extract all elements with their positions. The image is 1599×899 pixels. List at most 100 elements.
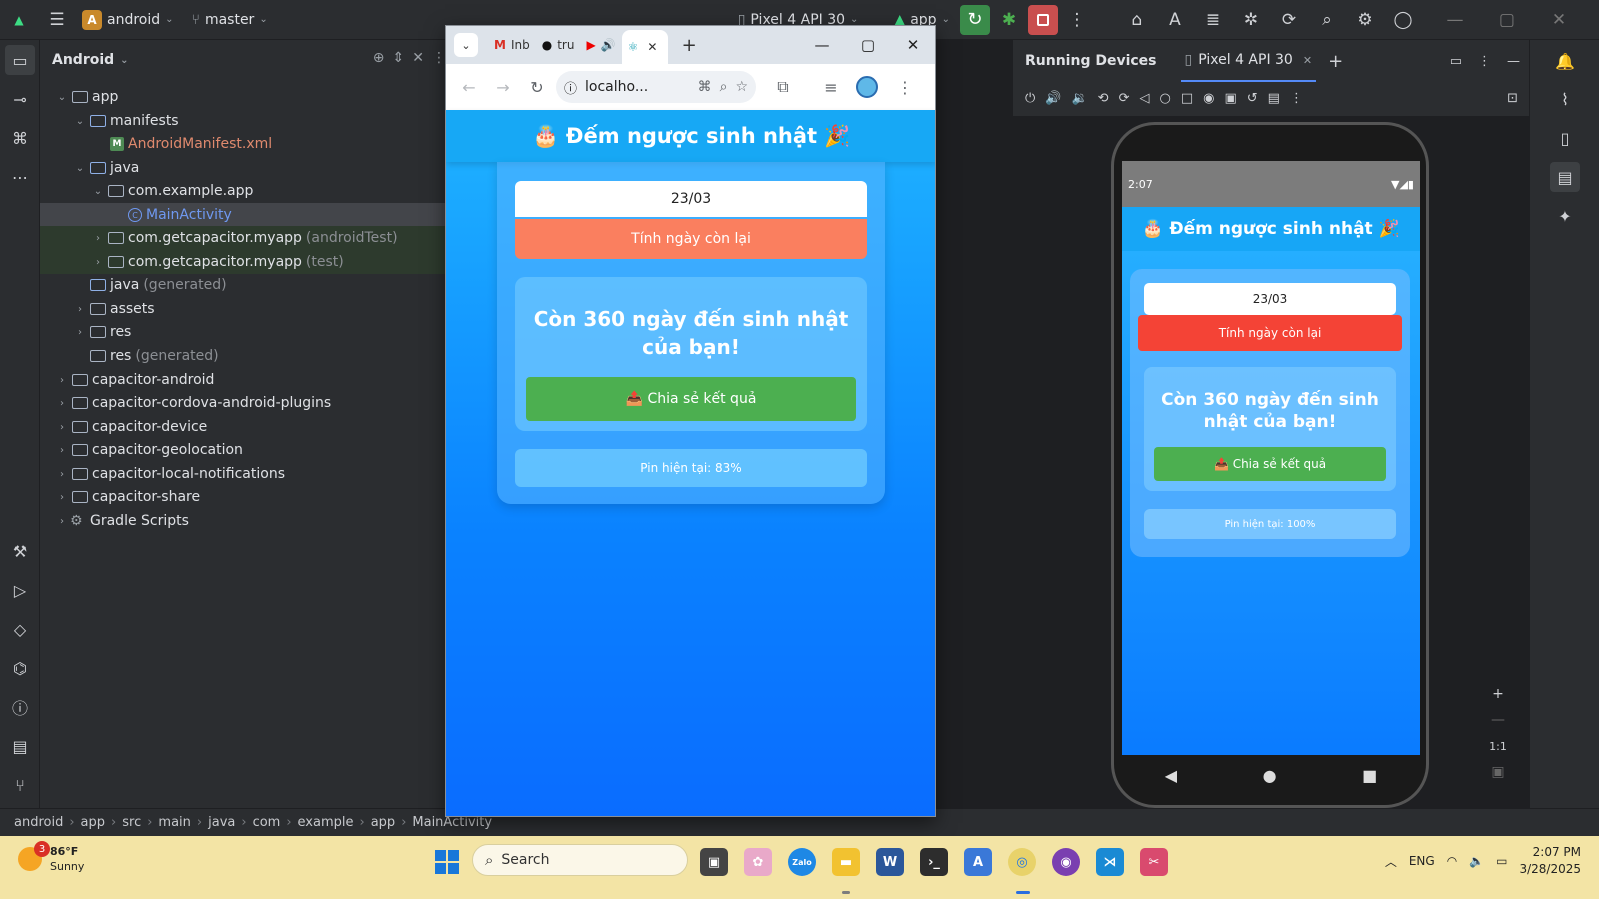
browser-menu-icon[interactable]: ⋮ — [890, 72, 920, 102]
account-icon[interactable]: ◯ — [1388, 5, 1418, 35]
forward-arrow-icon[interactable]: → — [488, 72, 518, 102]
breadcrumb-item[interactable]: example — [298, 815, 354, 830]
weather-widget[interactable]: 3 86°F Sunny — [18, 841, 84, 874]
breadcrumb-item[interactable]: main — [158, 815, 190, 830]
rotate-right-icon[interactable]: ⟳ — [1119, 91, 1130, 106]
battery-icon[interactable]: ▭ — [1496, 854, 1507, 868]
inspect-icon[interactable]: ⊡ — [1507, 91, 1518, 106]
structure-icon[interactable]: ⌘ — [5, 123, 35, 153]
tree-item-capacitor-local-notifications[interactable]: › capacitor-local-notifications — [40, 462, 446, 486]
tab-gmail[interactable]: M Inb — [488, 30, 536, 60]
maximize-window-icon[interactable]: ▢ — [846, 32, 890, 58]
nav-back-icon[interactable]: ◀ — [1165, 766, 1177, 785]
more-options-icon[interactable]: ⋮ — [1290, 91, 1303, 106]
profile-avatar[interactable] — [856, 76, 878, 98]
github-desktop-icon[interactable]: ◉ — [1052, 848, 1080, 876]
zoom-icon[interactable]: ⌕ — [720, 79, 728, 95]
commit-icon[interactable]: ⊸ — [5, 84, 35, 114]
app-inspection-icon[interactable]: ⌬ — [5, 653, 35, 683]
phone-share-button[interactable]: 📤 Chia sẻ kết quả — [1154, 447, 1386, 481]
gem-icon[interactable]: ◇ — [5, 614, 35, 644]
zoom-actual-size[interactable]: 1:1 — [1484, 734, 1512, 758]
settings-gear-icon[interactable]: ⚙ — [1350, 5, 1380, 35]
window-layout-icon[interactable]: ▭ — [1450, 54, 1462, 69]
project-folder-icon[interactable]: ▭ — [5, 45, 35, 75]
rotate-left-icon[interactable]: ⟲ — [1098, 91, 1109, 106]
gemini-icon[interactable]: ✦ — [1550, 201, 1580, 231]
search-icon[interactable]: ⌕ — [1312, 5, 1342, 35]
word-icon[interactable]: W — [876, 848, 904, 876]
power-icon[interactable]: ⏻ — [1025, 91, 1035, 106]
layout-inspector-icon[interactable]: ≣ — [1198, 5, 1228, 35]
tab-github[interactable]: ● tru — [536, 30, 581, 60]
snapshots-icon[interactable]: ▤ — [1268, 91, 1280, 106]
hide-panel-icon[interactable]: — — [1507, 54, 1520, 69]
language-indicator[interactable]: ENG — [1409, 854, 1435, 868]
birthday-date-input[interactable] — [515, 181, 867, 217]
close-icon[interactable]: ✕ — [1544, 5, 1574, 35]
close-window-icon[interactable]: ✕ — [891, 32, 935, 58]
volume-up-icon[interactable]: 🔊 — [1045, 91, 1061, 106]
breadcrumb-item[interactable]: com — [253, 815, 281, 830]
clock[interactable]: 2:07 PM 3/28/2025 — [1519, 844, 1581, 878]
vscode-icon[interactable]: ⋊ — [1096, 848, 1124, 876]
tree-item-assets[interactable]: › assets — [40, 297, 446, 321]
tree-item-main-activity[interactable]: C MainActivity — [40, 203, 446, 227]
screen-record-icon[interactable]: ▣ — [1224, 91, 1236, 106]
tree-item-android-test[interactable]: › com.getcapacitor.myapp (androidTest) — [40, 226, 446, 250]
minimize-window-icon[interactable]: — — [800, 32, 844, 58]
terminal-icon[interactable]: ▤ — [5, 731, 35, 761]
nav-recents-icon[interactable]: ■ — [1362, 766, 1377, 785]
calculate-days-button[interactable]: Tính ngày còn lại — [515, 219, 867, 259]
locate-icon[interactable]: ⊕ — [373, 50, 385, 66]
panel-options-icon[interactable]: ⋮ — [432, 50, 446, 66]
device-manager-icon[interactable]: ▯ — [1550, 123, 1580, 153]
tree-item-java-generated[interactable]: java (generated) — [40, 273, 446, 297]
site-info-icon[interactable]: ⓘ — [564, 78, 577, 97]
snipping-tool-icon[interactable]: ✂ — [1140, 848, 1168, 876]
bug-report-icon[interactable]: ✲ — [1236, 5, 1266, 35]
minimize-icon[interactable]: — — [1440, 5, 1470, 35]
chevron-up-icon[interactable]: ︿ — [1385, 853, 1397, 870]
expand-collapse-icon[interactable]: ⇕ — [393, 50, 405, 66]
tree-item-java[interactable]: ⌄ java — [40, 156, 446, 180]
nav-home-icon[interactable]: ● — [1263, 766, 1277, 785]
tree-item-capacitor-geolocation[interactable]: › capacitor-geolocation — [40, 438, 446, 462]
zoom-in-icon[interactable]: + — [1484, 682, 1512, 706]
translate-icon[interactable]: A — [1160, 5, 1190, 35]
running-devices-icon[interactable]: ▤ — [1550, 162, 1580, 192]
add-device-icon[interactable]: + — [1328, 51, 1343, 72]
windows-start-icon[interactable] — [435, 850, 459, 874]
tree-item-res-generated[interactable]: res (generated) — [40, 344, 446, 368]
phone-screen[interactable]: 2:07 ▼◢▮ 🎂 Đếm ngược sinh nhật 🎉 23/03 T… — [1122, 161, 1420, 755]
reset-icon[interactable]: ↺ — [1247, 91, 1258, 106]
zoom-fit-icon[interactable]: ▣ — [1484, 760, 1512, 784]
tab-search-button[interactable]: ⌄ — [454, 33, 478, 57]
phone-date-input[interactable]: 23/03 — [1144, 283, 1396, 315]
bookmark-star-icon[interactable]: ☆ — [735, 79, 748, 95]
tree-item-res[interactable]: › res — [40, 320, 446, 344]
overview-icon[interactable]: □ — [1181, 91, 1193, 106]
taskbar-search[interactable]: ⌕ Search — [472, 844, 688, 876]
build-icon[interactable]: ⌂ — [1122, 5, 1152, 35]
zalo-icon[interactable]: Zalo — [788, 848, 816, 876]
tool-app-icon[interactable]: A — [964, 848, 992, 876]
breadcrumb-item[interactable]: app — [371, 815, 395, 830]
breadcrumb-item[interactable]: MainActivity — [412, 815, 492, 830]
tree-item-manifests[interactable]: ⌄ manifests — [40, 109, 446, 133]
translate-icon[interactable]: ⌘ — [698, 79, 712, 95]
tree-item-test[interactable]: › com.getcapacitor.myapp (test) — [40, 250, 446, 274]
tree-item-capacitor-share[interactable]: › capacitor-share — [40, 485, 446, 509]
breadcrumb-item[interactable]: android — [14, 815, 63, 830]
tree-item-com-example-app[interactable]: ⌄ com.example.app — [40, 179, 446, 203]
media-controls-icon[interactable]: ≡ — [816, 72, 846, 102]
version-control-icon[interactable]: ⑂ — [5, 770, 35, 800]
breadcrumb-item[interactable]: java — [208, 815, 235, 830]
address-bar[interactable]: ⓘ localho... ⌘ ⌕ ☆ — [556, 71, 756, 103]
tree-item-gradle-scripts[interactable]: › ⚙ Gradle Scripts — [40, 509, 446, 533]
extensions-puzzle-icon[interactable]: ⧉ — [768, 72, 798, 102]
wifi-icon[interactable]: ◠ — [1447, 854, 1457, 868]
debug-icon[interactable]: ✱ — [994, 5, 1024, 35]
tree-item-capacitor-android[interactable]: › capacitor-android — [40, 368, 446, 392]
zoom-out-icon[interactable]: — — [1484, 708, 1512, 732]
